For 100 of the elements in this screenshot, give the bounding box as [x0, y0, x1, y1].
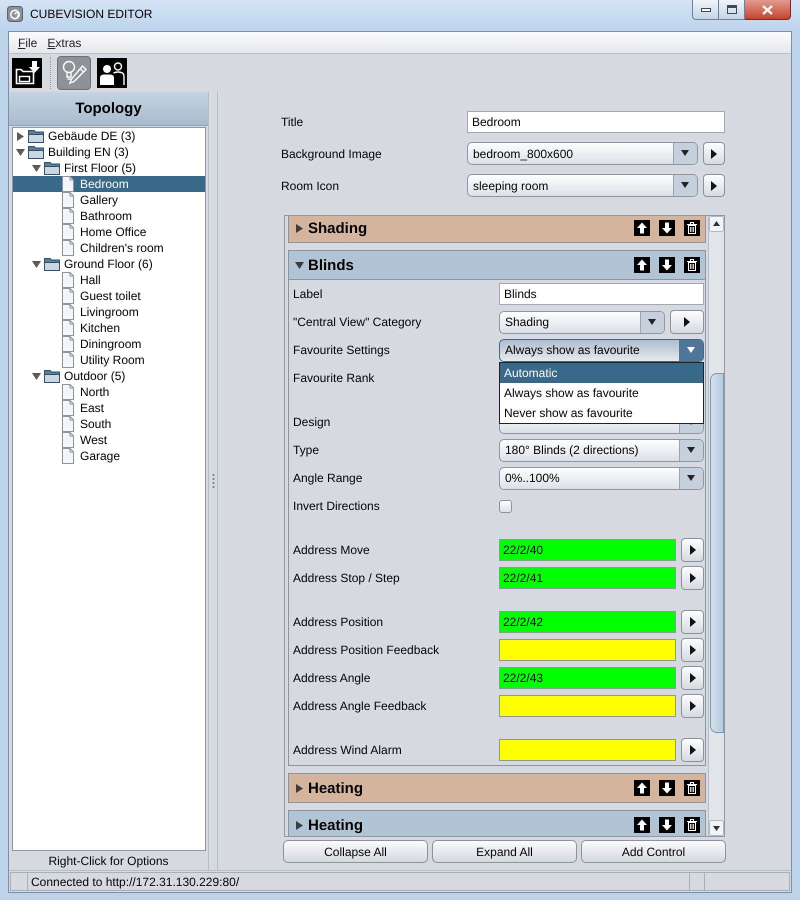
arrow-button[interactable] — [681, 738, 704, 762]
section-title: Shading — [308, 220, 368, 236]
tree-item[interactable]: North — [45, 384, 112, 400]
arrow-up-icon[interactable] — [634, 220, 650, 236]
field-label: Label — [293, 287, 322, 301]
document-icon — [62, 192, 74, 208]
caret-right-icon[interactable] — [17, 132, 24, 140]
tree-item[interactable]: Bedroom — [13, 176, 205, 192]
address-field[interactable] — [499, 695, 676, 717]
tree-item[interactable]: Gallery — [45, 192, 120, 208]
arrow-up-icon[interactable] — [634, 780, 650, 796]
field-label: Background Image — [281, 146, 382, 160]
caret-down-icon[interactable] — [294, 262, 304, 268]
text-field[interactable]: Blinds — [499, 283, 704, 305]
menu-item[interactable]: File — [13, 36, 42, 50]
toolbar-button[interactable] — [95, 56, 129, 90]
close-icon — [762, 4, 773, 14]
drag-handle-icon[interactable] — [212, 473, 214, 489]
arrow-down-icon[interactable] — [659, 817, 675, 833]
arrow-button[interactable] — [681, 638, 704, 662]
tree-item[interactable]: East — [45, 400, 106, 416]
arrow-up-icon[interactable] — [634, 257, 650, 273]
tree-item[interactable]: Guest toilet — [45, 288, 143, 304]
checkbox[interactable] — [499, 500, 512, 512]
tree-item[interactable]: Hall — [45, 272, 103, 288]
trash-icon[interactable] — [684, 220, 700, 236]
dropdown[interactable]: sleeping room — [467, 174, 698, 197]
action-button[interactable]: Add Control — [581, 840, 726, 863]
arrow-button[interactable] — [681, 538, 704, 562]
trash-icon[interactable] — [684, 817, 700, 833]
dropdown[interactable]: Shading — [499, 310, 665, 334]
arrow-down-icon[interactable] — [659, 780, 675, 796]
arrow-button[interactable] — [703, 142, 725, 165]
dropdown[interactable]: 0%..100% — [499, 466, 704, 490]
scrollbar-thumb[interactable] — [710, 373, 724, 733]
arrow-button[interactable] — [681, 666, 704, 690]
caret-right-icon[interactable] — [296, 224, 302, 232]
text-field[interactable]: Bedroom — [467, 111, 725, 133]
caret-down-icon[interactable] — [16, 148, 25, 156]
arrow-down-icon[interactable] — [659, 257, 675, 273]
caret-right-icon[interactable] — [296, 784, 302, 792]
tree-item[interactable]: Utility Room — [45, 352, 147, 368]
tree-item[interactable]: Home Office — [45, 224, 148, 240]
arrow-button[interactable] — [681, 566, 704, 590]
tree-item[interactable]: Kitchen — [45, 320, 122, 336]
tree-item[interactable]: Garage — [45, 448, 122, 464]
panel-header: Topology — [9, 92, 208, 126]
address-field[interactable]: 22/2/41 — [499, 567, 676, 589]
minimize-button[interactable] — [692, 0, 719, 20]
address-field[interactable]: 22/2/43 — [499, 667, 676, 689]
document-icon — [62, 416, 74, 432]
tree-item[interactable]: Ground Floor (6) — [29, 256, 155, 272]
triangle-right-icon — [711, 180, 717, 190]
dropdown[interactable]: bedroom_800x600 — [467, 142, 698, 165]
close-button[interactable] — [745, 0, 791, 20]
document-icon — [62, 288, 74, 304]
action-button[interactable]: Collapse All — [283, 840, 428, 863]
caret-right-icon[interactable] — [296, 820, 302, 830]
action-button[interactable]: Expand All — [432, 840, 577, 863]
address-field[interactable]: 22/2/42 — [499, 611, 676, 633]
tree-item[interactable]: West — [45, 432, 110, 448]
arrow-button[interactable] — [681, 694, 704, 718]
folder-icon — [44, 257, 60, 271]
caret-down-icon[interactable] — [32, 260, 41, 268]
dropdown[interactable]: Always show as favourite — [499, 338, 704, 362]
arrow-button[interactable] — [670, 310, 704, 334]
triangle-right-icon — [690, 745, 696, 755]
arrow-up-icon[interactable] — [634, 817, 650, 833]
dropdown[interactable]: 180° Blinds (2 directions) — [499, 438, 704, 462]
tree-item[interactable]: Building EN (3) — [13, 144, 131, 160]
trash-icon[interactable] — [684, 257, 700, 273]
document-icon — [62, 352, 74, 368]
field-label: Favourite Rank — [293, 371, 374, 385]
tree-item[interactable]: Livingroom — [45, 304, 141, 320]
address-field[interactable]: 22/2/40 — [499, 539, 676, 561]
field-label: Favourite Settings — [293, 343, 390, 357]
address-field[interactable] — [499, 739, 676, 761]
field-label: Type — [293, 443, 320, 457]
tree-item[interactable]: Children's room — [45, 240, 166, 256]
tree-item[interactable]: South — [45, 416, 114, 432]
toolbar-button[interactable] — [10, 56, 44, 90]
dropdown-option[interactable]: Automatic — [500, 362, 703, 382]
menu-item[interactable]: Extras — [42, 36, 86, 50]
save-download-icon — [12, 58, 42, 88]
arrow-down-icon[interactable] — [659, 220, 675, 236]
tree-item[interactable]: First Floor (5) — [29, 160, 138, 176]
caret-down-icon[interactable] — [32, 372, 41, 380]
trash-icon[interactable] — [684, 780, 700, 796]
address-field[interactable] — [499, 639, 676, 661]
tree-item[interactable]: Bathroom — [45, 208, 134, 224]
arrow-button[interactable] — [681, 610, 704, 634]
maximize-button[interactable] — [719, 0, 745, 20]
tree-item[interactable]: Diningroom — [45, 336, 144, 352]
caret-down-icon[interactable] — [32, 164, 41, 172]
arrow-button[interactable] — [703, 174, 725, 197]
tree-item[interactable]: Gebäude DE (3) — [13, 128, 138, 144]
document-icon — [62, 432, 74, 448]
tree-item[interactable]: Outdoor (5) — [29, 368, 128, 384]
dropdown-option[interactable]: Always show as favourite — [500, 382, 703, 402]
minimize-icon — [700, 8, 710, 12]
